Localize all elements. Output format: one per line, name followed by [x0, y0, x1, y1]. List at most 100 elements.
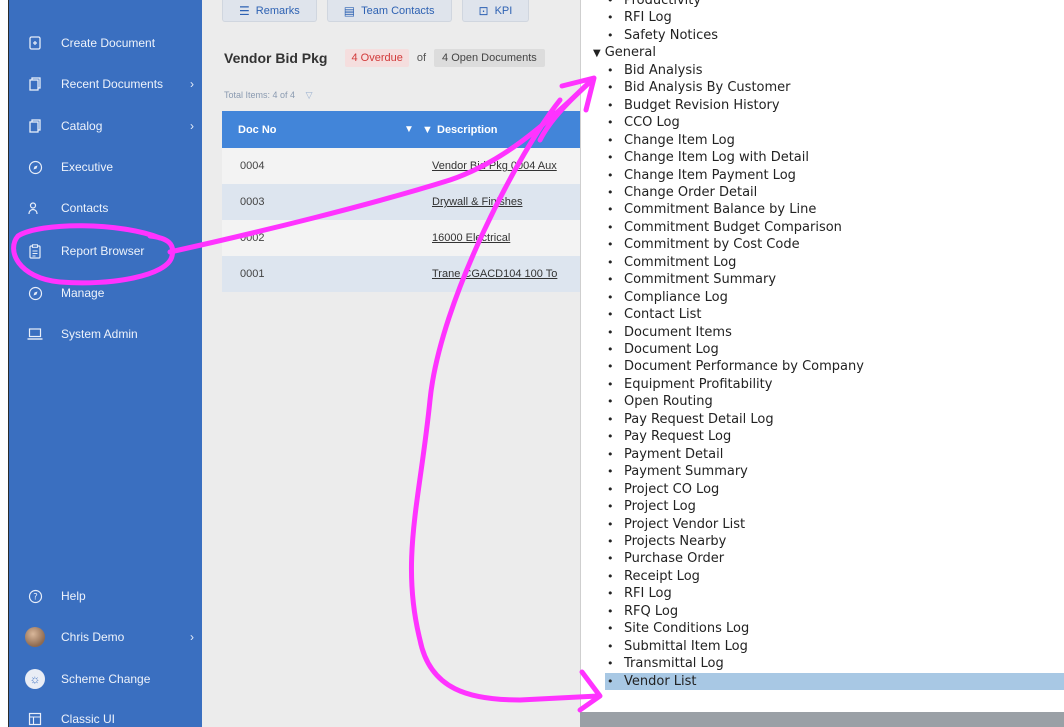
report-item[interactable]: • RFI Log	[607, 9, 672, 26]
report-item-label: Commitment Log	[624, 254, 737, 270]
sidebar-item-label: Recent Documents	[61, 77, 164, 91]
report-item[interactable]: • Equipment Profitability	[607, 376, 772, 393]
column-description[interactable]: Description	[437, 124, 498, 136]
report-item[interactable]: • Bid Analysis	[607, 62, 702, 79]
sidebar-item-recent-documents[interactable]: Recent Documents ›	[9, 69, 202, 99]
sidebar-item-report-browser[interactable]: Report Browser	[9, 236, 202, 266]
report-item[interactable]: • Commitment by Cost Code	[607, 236, 800, 253]
expand-triangle-icon[interactable]: ▼	[593, 48, 601, 59]
report-item-selected[interactable]: • Vendor List	[605, 672, 1064, 690]
column-header-label: Doc No	[238, 123, 277, 136]
report-item[interactable]: • Commitment Budget Comparison	[607, 219, 842, 236]
report-item[interactable]: • Document Items	[607, 324, 732, 341]
report-item[interactable]: • Bid Analysis By Customer	[607, 79, 791, 96]
report-item[interactable]: • Purchase Order	[607, 550, 724, 567]
laptop-icon	[25, 326, 45, 342]
report-item[interactable]: • RFI Log	[607, 585, 672, 602]
report-item-label: Commitment Budget Comparison	[624, 219, 842, 235]
report-item[interactable]: • Open Routing	[607, 393, 713, 410]
report-item[interactable]: • Commitment Log	[607, 254, 736, 271]
report-item[interactable]: • Pay Request Detail Log	[607, 411, 774, 428]
report-item[interactable]: • Change Order Detail	[607, 184, 757, 201]
report-item[interactable]: • Receipt Log	[607, 568, 700, 585]
column-header-label: Description	[437, 123, 498, 136]
report-item[interactable]: • Document Log	[607, 341, 719, 358]
tab-remarks[interactable]: ☰ Remarks	[222, 0, 317, 22]
bullet-icon: •	[607, 325, 614, 339]
total-items: Total Items: 4 of 4 ▽	[224, 90, 312, 101]
report-item-label: Commitment by Cost Code	[624, 237, 800, 253]
sidebar-item-help[interactable]: ? Help	[9, 581, 202, 611]
sidebar-item-manage[interactable]: Manage	[9, 278, 202, 308]
report-group-general[interactable]: ▼ General	[593, 44, 656, 61]
filter-icon[interactable]: ▽	[306, 90, 313, 100]
report-item[interactable]: • Safety Notices	[607, 27, 718, 44]
description-link[interactable]: Drywall & Finishes	[432, 196, 580, 208]
tab-label: Team Contacts	[361, 4, 435, 17]
bullet-icon: •	[607, 151, 614, 165]
doc-no-cell: 0001	[240, 268, 265, 280]
panel-status-bar	[580, 712, 1064, 727]
doc-no-cell: 0004	[240, 160, 265, 172]
report-item[interactable]: • Change Item Payment Log	[607, 167, 796, 184]
report-item[interactable]: • Projects Nearby	[607, 533, 726, 550]
table-row[interactable]: 0003 Drywall & Finishes	[222, 184, 580, 220]
open-documents-badge[interactable]: 4 Open Documents	[434, 49, 545, 67]
page-title: Vendor Bid Pkg	[224, 50, 328, 66]
report-item-label: Site Conditions Log	[624, 621, 750, 637]
bullet-icon: •	[607, 168, 614, 182]
bullet-icon: •	[607, 290, 614, 304]
sidebar-item-label: Manage	[61, 286, 105, 300]
report-item[interactable]: • Pay Request Log	[607, 428, 731, 445]
sidebar-item-contacts[interactable]: Contacts	[9, 193, 202, 223]
sidebar-item-classic-ui[interactable]: Classic UI	[9, 704, 202, 727]
report-item[interactable]: • Compliance Log	[607, 289, 728, 306]
report-item[interactable]: • CCO Log	[607, 114, 680, 131]
overdue-badge[interactable]: 4 Overdue	[345, 49, 409, 67]
report-item[interactable]: • RFQ Log	[607, 603, 678, 620]
description-link[interactable]: Vendor Bid Pkg 0004 Aux	[432, 160, 580, 172]
report-item[interactable]: • Productivity	[607, 0, 701, 9]
sidebar-item-label: Classic UI	[61, 712, 116, 726]
report-item[interactable]: • Payment Summary	[607, 463, 748, 480]
sidebar-item-create-document[interactable]: Create Document	[9, 28, 202, 58]
sort-desc-icon[interactable]: ▼	[404, 124, 414, 135]
chevron-right-icon: ›	[190, 630, 194, 644]
report-item[interactable]: • Site Conditions Log	[607, 620, 749, 637]
table-row[interactable]: 0004 Vendor Bid Pkg 0004 Aux	[222, 148, 580, 184]
report-item[interactable]: • Commitment Balance by Line	[607, 201, 816, 218]
description-link[interactable]: 16000 Electrical	[432, 232, 580, 244]
report-item[interactable]: • Document Performance by Company	[607, 358, 864, 375]
report-item[interactable]: • Change Item Log with Detail	[607, 149, 809, 166]
grid-header: Doc No ▼ ▼ Description	[222, 111, 580, 148]
bullet-icon: •	[607, 604, 614, 618]
sidebar-item-scheme-change[interactable]: ☼ Scheme Change	[9, 664, 202, 694]
report-item-label: Bid Analysis By Customer	[624, 80, 791, 96]
bullet-icon: •	[607, 552, 614, 566]
report-item[interactable]: • Transmittal Log	[607, 655, 724, 672]
document-header: Vendor Bid Pkg 4 Overdue of 4 Open Docum…	[224, 49, 545, 67]
report-item[interactable]: • Project CO Log	[607, 481, 719, 498]
report-item[interactable]: • Project Vendor List	[607, 516, 745, 533]
column-doc-no[interactable]: Doc No ▼ ▼	[222, 124, 437, 136]
column-filter-icon[interactable]: ▼	[422, 124, 433, 136]
table-row[interactable]: 0001 Trane CGACD104 100 To	[222, 256, 580, 292]
report-item[interactable]: • Commitment Summary	[607, 271, 776, 288]
report-item[interactable]: • Contact List	[607, 306, 701, 323]
sidebar-item-system-admin[interactable]: System Admin	[9, 319, 202, 349]
tab-team-contacts[interactable]: ▤ Team Contacts	[326, 0, 452, 22]
report-item[interactable]: • Project Log	[607, 498, 696, 515]
report-item[interactable]: • Submittal Item Log	[607, 638, 748, 655]
report-item[interactable]: • Budget Revision History	[607, 97, 780, 114]
report-item[interactable]: • Change Item Log	[607, 132, 735, 149]
description-link[interactable]: Trane CGACD104 100 To	[432, 268, 580, 280]
bullet-icon: •	[607, 343, 614, 356]
sidebar-item-label: Executive	[61, 160, 114, 174]
table-row[interactable]: 0002 16000 Electrical	[222, 220, 580, 256]
sidebar-item-label: Scheme Change	[61, 672, 151, 686]
report-item[interactable]: • Payment Detail	[607, 446, 723, 463]
sidebar-item-executive[interactable]: Executive	[9, 152, 202, 182]
sidebar-item-user-profile[interactable]: Chris Demo ›	[9, 622, 202, 652]
tab-kpi[interactable]: ⊡ KPI	[461, 0, 530, 22]
sidebar-item-catalog[interactable]: Catalog ›	[9, 111, 202, 141]
